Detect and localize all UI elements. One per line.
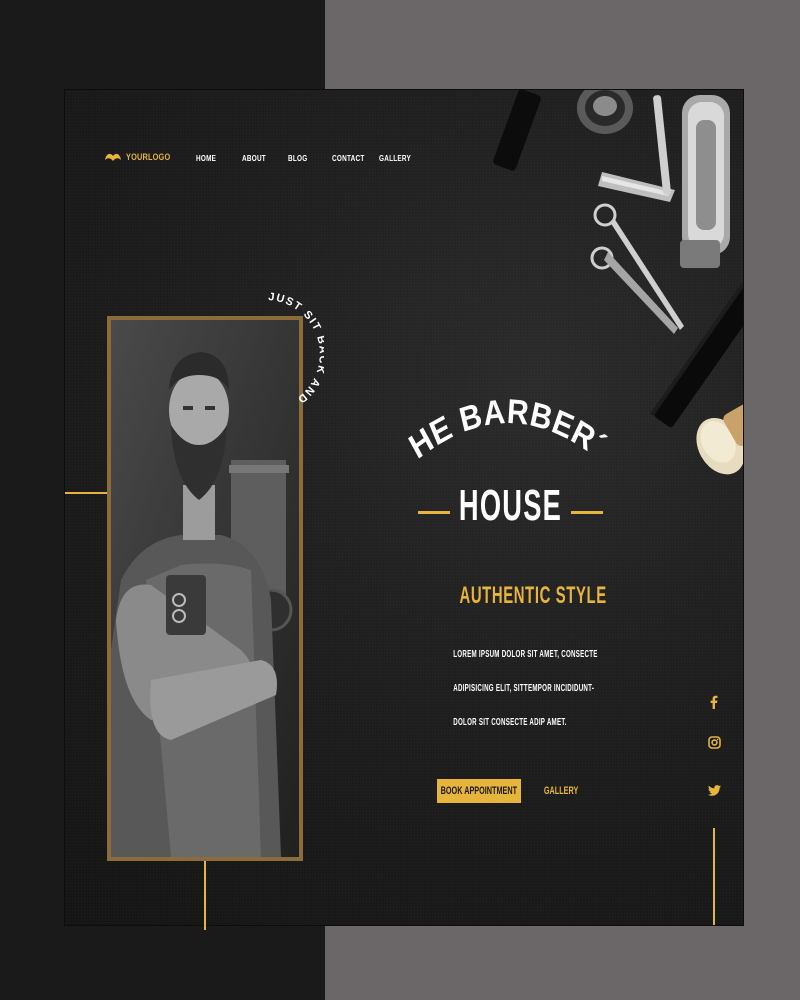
- nav-link-about[interactable]: ABOUT: [242, 154, 266, 163]
- gallery-button-label: GALLERY: [543, 785, 579, 797]
- hero-description: LOREM IPSUM DOLOR SIT AMET, CONSECTE ADI…: [420, 638, 598, 740]
- title-line-right: [571, 511, 603, 514]
- gallery-button[interactable]: GALLERY: [537, 779, 585, 803]
- hero-subtitle: AUTHENTIC STYLE: [459, 582, 607, 609]
- book-appointment-label: BOOK APPOINTMENT: [440, 785, 518, 797]
- hero-title-line2: HOUSE: [458, 481, 563, 530]
- logo[interactable]: YOURLOGO: [104, 150, 180, 164]
- nav-link-gallery[interactable]: GALLERY: [379, 154, 411, 163]
- facebook-icon[interactable]: [705, 693, 723, 711]
- book-appointment-button[interactable]: BOOK APPOINTMENT: [437, 779, 521, 803]
- hero-description-line: ADIPISICING ELIT, SITTEMPOR INCIDIDUNT-: [453, 683, 595, 694]
- hero-title-row: HOUSE: [418, 476, 603, 536]
- nav-link-home[interactable]: HOME: [196, 154, 216, 163]
- badge-ring: JUST SIT BACK AND ENJOY.: [254, 280, 324, 409]
- decorative-line-bottom: [204, 860, 206, 930]
- hero-title-line1: THE BARBER´S: [408, 390, 608, 466]
- decorative-line-right: [713, 828, 715, 925]
- title-line-left: [418, 511, 450, 514]
- logo-text: YOURLOGO: [126, 152, 171, 162]
- twitter-icon[interactable]: [705, 781, 723, 799]
- nav-link-blog[interactable]: BLOG: [288, 154, 307, 163]
- svg-text:JUST SIT BACK AND ENJOY.: JUST SIT BACK AND ENJOY.: [254, 280, 324, 409]
- badge-text: JUST SIT BACK AND ENJOY.: [254, 280, 324, 409]
- decorative-line-left: [65, 492, 107, 494]
- svg-text:THE BARBER´S: THE BARBER´S: [408, 390, 608, 466]
- instagram-icon[interactable]: [705, 733, 723, 751]
- hero-description-line: LOREM IPSUM DOLOR SIT AMET, CONSECTE: [453, 649, 598, 660]
- mustache-logo-icon: [105, 153, 121, 161]
- hero-title-arc: THE BARBER´S: [408, 390, 608, 466]
- hero-description-line: DOLOR SIT CONSECTE ADIP AMET.: [453, 717, 567, 728]
- nav-link-contact[interactable]: CONTACT: [332, 154, 365, 163]
